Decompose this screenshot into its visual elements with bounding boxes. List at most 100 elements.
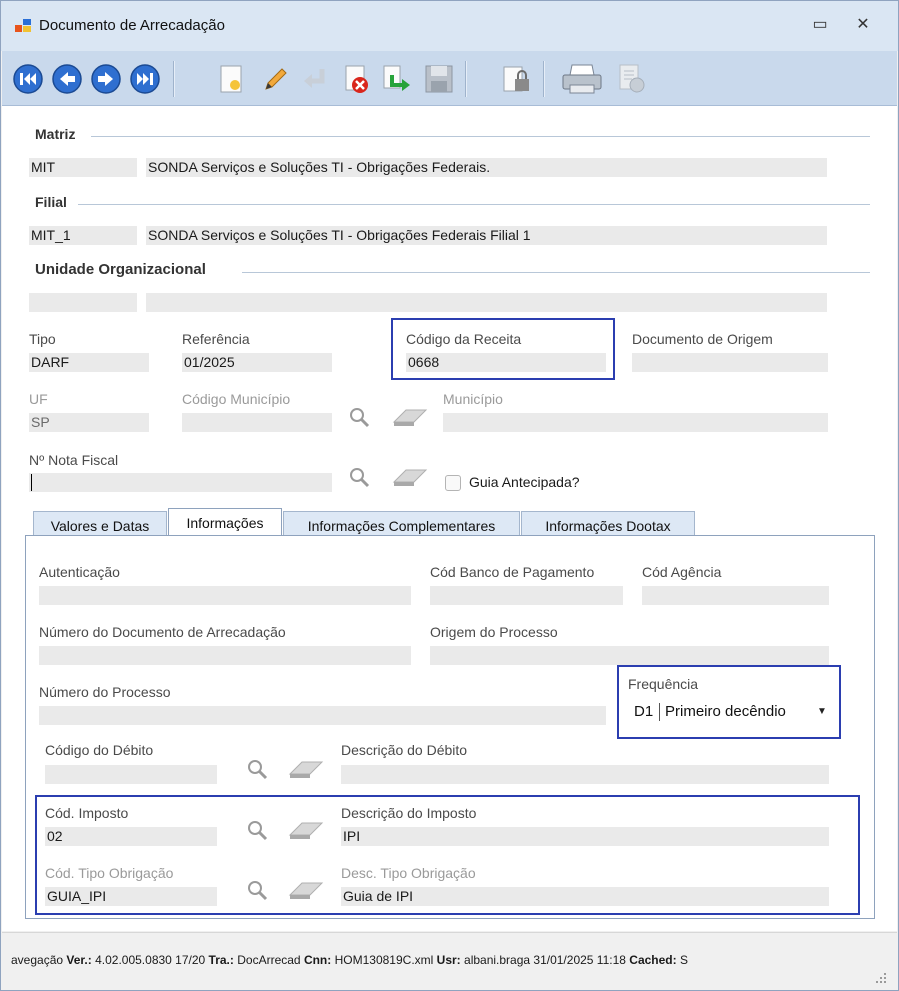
- filial-divider: [78, 204, 870, 205]
- last-record-button[interactable]: [129, 63, 161, 95]
- matriz-code: MIT: [29, 158, 137, 177]
- first-record-button[interactable]: [12, 63, 44, 95]
- codigo-receita-field: 0668: [406, 353, 606, 372]
- delete-button[interactable]: [340, 63, 372, 95]
- frequencia-divider: [659, 703, 660, 721]
- guia-antecipada-checkbox[interactable]: [445, 475, 461, 491]
- toolbar: [2, 51, 897, 106]
- filial-code: MIT_1: [29, 226, 137, 245]
- origem-processo-field: [430, 646, 829, 665]
- app-icon: [15, 19, 31, 32]
- codigo-municipio-field: [182, 413, 332, 432]
- status-bar: avegação Ver.: 4.02.005.0830 17/20 Tra.:…: [2, 932, 897, 990]
- numero-documento-label: Número do Documento de Arrecadação: [39, 624, 286, 640]
- status-tra-value: DocArrecad: [237, 953, 301, 967]
- status-usr-value: albani.braga 31/01/2025 11:18: [464, 953, 626, 967]
- matriz-label: Matriz: [35, 126, 76, 142]
- documento-origem-label: Documento de Origem: [632, 331, 773, 347]
- descricao-imposto-field: IPI: [341, 827, 829, 846]
- text-cursor: [31, 474, 32, 491]
- municipio-field: [443, 413, 828, 432]
- frequencia-label: Frequência: [628, 676, 699, 692]
- descricao-debito-label: Descrição do Débito: [341, 742, 468, 758]
- frequencia-select[interactable]: D1 Primeiro decêndio ▼: [628, 700, 833, 724]
- numero-processo-field: [39, 706, 606, 725]
- status-cached-value: S: [679, 953, 688, 967]
- eraser-icon[interactable]: [286, 879, 326, 901]
- toolbar-separator: [465, 61, 467, 97]
- eraser-icon[interactable]: [286, 819, 326, 841]
- search-icon[interactable]: [348, 406, 370, 428]
- toolbar-separator: [173, 61, 175, 97]
- confirm-button[interactable]: [380, 63, 412, 95]
- eraser-icon[interactable]: [390, 466, 430, 488]
- frequencia-text: Primeiro decêndio: [665, 703, 786, 720]
- desc-tipo-obrigacao-label: Desc. Tipo Obrigação: [341, 865, 476, 881]
- toolbar-separator: [543, 61, 545, 97]
- referencia-field: 01/2025: [182, 353, 332, 372]
- cod-tipo-obrigacao-label: Cód. Tipo Obrigação: [45, 865, 174, 881]
- title-bar: Documento de Arrecadação ▭ ✕: [1, 1, 898, 51]
- uf-field: SP: [29, 413, 149, 432]
- descricao-debito-field: [341, 765, 829, 784]
- close-button[interactable]: ✕: [852, 15, 874, 35]
- origem-processo-label: Origem do Processo: [430, 624, 558, 640]
- chevron-down-icon[interactable]: ▼: [817, 700, 827, 724]
- desc-tipo-obrigacao-field: Guia de IPI: [341, 887, 829, 906]
- status-cached-label: Cached:: [629, 953, 677, 967]
- status-cnn-value: HOM130819C.xml: [334, 953, 434, 967]
- main-window: Documento de Arrecadação ▭ ✕ Matriz MIT …: [0, 0, 899, 991]
- lock-button[interactable]: [501, 63, 533, 95]
- unidade-divider: [242, 272, 870, 273]
- status-prefix: avegação: [11, 953, 64, 967]
- status-cnn-label: Cnn:: [303, 953, 332, 967]
- save-button[interactable]: [423, 63, 455, 95]
- codigo-debito-field: [45, 765, 217, 784]
- matriz-description: SONDA Serviços e Soluções TI - Obrigaçõe…: [146, 158, 827, 177]
- edit-button[interactable]: [260, 63, 292, 95]
- next-record-button[interactable]: [90, 63, 122, 95]
- municipio-label: Município: [443, 391, 503, 407]
- status-ver-label: Ver.:: [66, 953, 92, 967]
- search-icon[interactable]: [348, 466, 370, 488]
- frequencia-code: D1: [634, 703, 654, 720]
- numero-documento-field: [39, 646, 411, 665]
- tipo-field: DARF: [29, 353, 149, 372]
- unidade-label: Unidade Organizacional: [35, 261, 206, 278]
- cod-agencia-field: [642, 586, 829, 605]
- unidade-code: [29, 293, 137, 312]
- codigo-municipio-label: Código Município: [182, 391, 291, 407]
- status-text: avegação Ver.: 4.02.005.0830 17/20 Tra.:…: [11, 953, 688, 967]
- eraser-icon[interactable]: [286, 758, 326, 780]
- print-button[interactable]: [560, 63, 604, 95]
- status-usr-label: Usr:: [436, 953, 461, 967]
- referencia-label: Referência: [182, 331, 250, 347]
- resize-grip-icon[interactable]: [874, 971, 888, 985]
- cod-agencia-label: Cód Agência: [642, 564, 722, 580]
- tab-panel-informacoes: Autenticação Cód Banco de Pagamento Cód …: [25, 535, 875, 919]
- eraser-icon[interactable]: [390, 406, 430, 428]
- search-icon[interactable]: [246, 879, 268, 901]
- documento-origem-field: [632, 353, 828, 372]
- unidade-description: [146, 293, 827, 312]
- report-button[interactable]: [616, 63, 648, 95]
- cod-imposto-label: Cód. Imposto: [45, 805, 129, 821]
- window-title: Documento de Arrecadação: [39, 17, 225, 34]
- codigo-debito-label: Código do Débito: [45, 742, 154, 758]
- undo-button[interactable]: [300, 63, 332, 95]
- autenticacao-label: Autenticação: [39, 564, 120, 580]
- cod-banco-label: Cód Banco de Pagamento: [430, 564, 595, 580]
- search-icon[interactable]: [246, 758, 268, 780]
- minimize-button[interactable]: ▭: [809, 15, 831, 35]
- filial-description: SONDA Serviços e Soluções TI - Obrigaçõe…: [146, 226, 827, 245]
- guia-antecipada-label: Guia Antecipada?: [469, 474, 580, 490]
- descricao-imposto-label: Descrição do Imposto: [341, 805, 477, 821]
- cod-tipo-obrigacao-field: GUIA_IPI: [45, 887, 217, 906]
- new-button[interactable]: [215, 63, 247, 95]
- numero-processo-label: Número do Processo: [39, 684, 171, 700]
- previous-record-button[interactable]: [51, 63, 83, 95]
- status-ver-value: 4.02.005.0830 17/20: [95, 953, 206, 967]
- status-tra-label: Tra.:: [208, 953, 234, 967]
- nota-fiscal-input[interactable]: [29, 473, 332, 492]
- search-icon[interactable]: [246, 819, 268, 841]
